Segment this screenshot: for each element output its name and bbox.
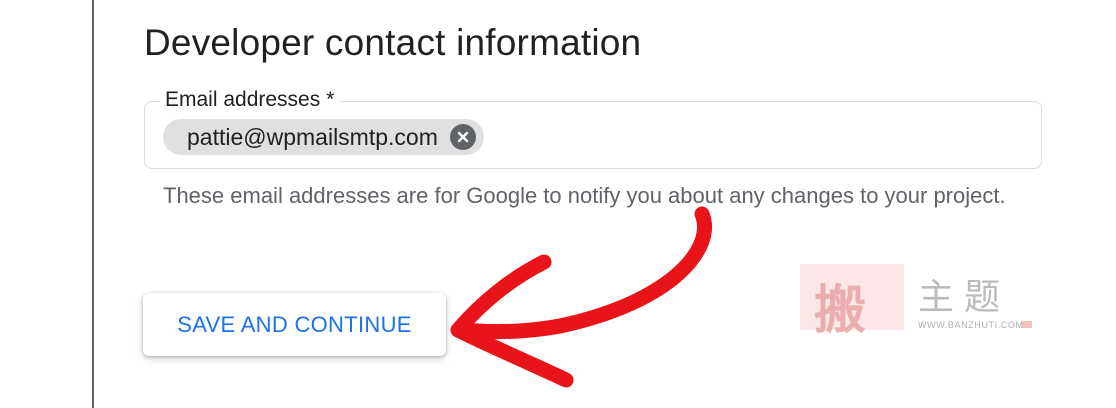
watermark-text: 主题 [918,277,1011,318]
email-addresses-label: Email addresses * [159,88,341,112]
watermark-stamp: 搬 [800,264,904,341]
section-title: Developer contact information [144,22,642,63]
close-circle-icon[interactable] [449,124,476,150]
email-addresses-field[interactable]: Email addresses * pattie@wpmailsmtp.com [144,88,1042,169]
watermark-stamp-char: 搬 [814,280,867,341]
watermark: 搬 主题 WWW.BANZHUTI.COM [800,264,1040,341]
watermark-url: WWW.BANZHUTI.COM [918,320,1024,330]
email-chip: pattie@wpmailsmtp.com [163,119,484,155]
email-helper-text: These email addresses are for Google to … [163,183,1006,208]
left-divider [92,0,94,408]
watermark-dot [1022,321,1032,328]
save-and-continue-button[interactable]: SAVE AND CONTINUE [143,293,446,356]
email-chip-text: pattie@wpmailsmtp.com [187,123,438,150]
